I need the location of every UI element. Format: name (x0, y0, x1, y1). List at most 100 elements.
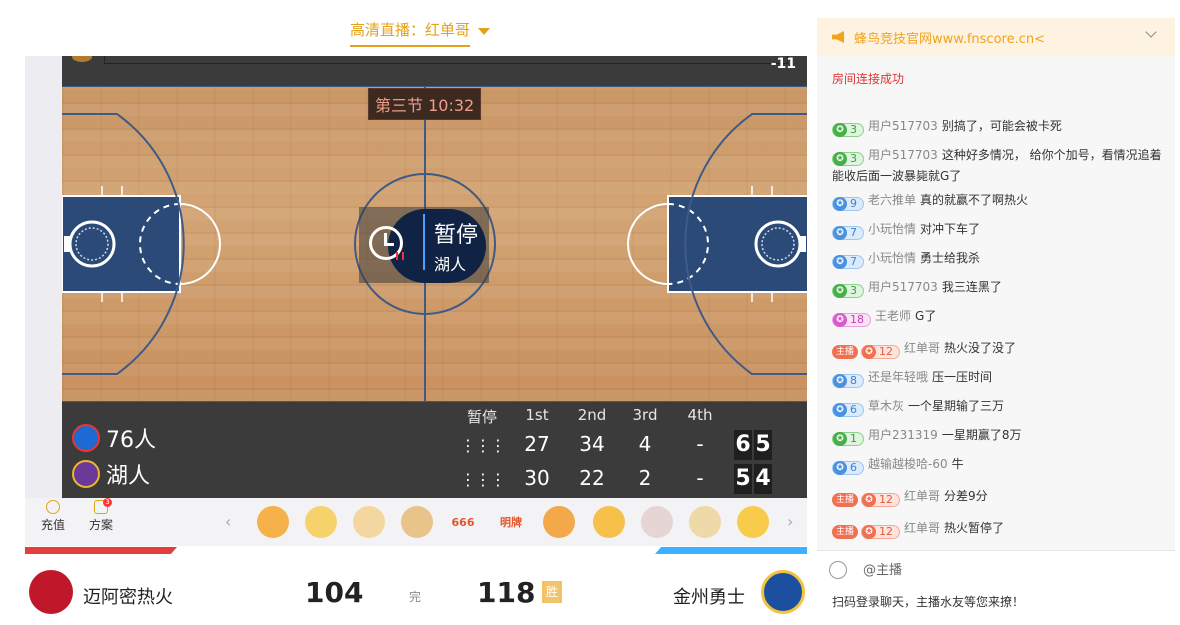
timeout-divider (423, 214, 425, 270)
level-badge: ✪ 3 (832, 284, 864, 298)
total-digit: 4 (754, 464, 772, 494)
team-name: 76人 (106, 428, 156, 453)
star-icon: ✪ (833, 313, 847, 327)
timeouts-remaining: ⋮⋮⋮ (460, 470, 506, 489)
timeout-team: 湖人 (434, 255, 467, 274)
chat-message: ✪ 8 还是年轻哦 压一压时间 (832, 367, 1162, 388)
match-status: 完 (409, 590, 422, 604)
chat-announcement[interactable]: 蜂鸟竞技官网www.fnscore.cn< (817, 18, 1175, 56)
chevron-left-icon[interactable]: ‹ (225, 512, 231, 531)
message-text: 热火暂停了 (944, 521, 1005, 535)
lakers-logo-icon (72, 460, 100, 488)
username[interactable]: 用户231319 (868, 428, 938, 442)
gift-mingpai[interactable]: 明牌 (495, 506, 527, 538)
away-score: 118 (477, 576, 536, 609)
scoreboard-team-lakers: 湖人 (72, 458, 150, 490)
username[interactable]: 小玩怡情 (868, 251, 916, 265)
system-message: 房间连接成功 (832, 72, 905, 86)
message-text: 分差9分 (944, 489, 988, 503)
login-hint[interactable]: 扫码登录聊天，主播水友等您来撩！ (832, 593, 1024, 610)
plan-button[interactable]: 3 方案 (81, 498, 121, 533)
gift-mingpai-label: 明牌 (500, 516, 522, 529)
chevron-down-icon[interactable] (1145, 26, 1157, 38)
star-icon: ✪ (833, 152, 847, 166)
level-badge: ✪ 7 (832, 226, 864, 240)
chat-message: ✪ 9 老六推单 真的就赢不了啊热火 (832, 190, 1162, 211)
level-value: 3 (850, 152, 857, 165)
chat-message: ✪ 18 王老师 G了 (832, 306, 1162, 327)
level-badge: ✪ 3 (832, 123, 864, 137)
host-tag: 主播 (832, 525, 859, 539)
recharge-button[interactable]: 充值 (33, 500, 73, 533)
level-value: 18 (850, 313, 864, 326)
like-icon[interactable] (305, 506, 337, 538)
crown-icon[interactable] (737, 506, 769, 538)
message-text: G了 (915, 309, 937, 323)
score-diff: -11 (770, 56, 796, 72)
message-text: 对冲下车了 (920, 222, 981, 236)
caret-down-icon (478, 27, 491, 35)
username[interactable]: 王老师 (875, 309, 911, 323)
message-text: 勇士给我杀 (920, 251, 981, 265)
plan-badge: 3 (103, 498, 112, 507)
star-icon: ✪ (833, 226, 847, 240)
username[interactable]: 红单哥 (904, 489, 940, 503)
chat-message: 主播 ✪ 12 红单哥 分差9分 (832, 486, 1162, 507)
timeout-title: 暂停 (434, 223, 479, 248)
mention-host-button[interactable]: @主播 (863, 559, 902, 578)
level-badge: ✪ 9 (832, 197, 864, 211)
emoji-icon[interactable] (829, 561, 847, 579)
gourd-icon[interactable] (543, 506, 575, 538)
username[interactable]: 老六推单 (868, 193, 916, 207)
level-badge: ✪ 18 (832, 313, 871, 327)
username[interactable]: 还是年轻哦 (868, 370, 928, 384)
level-badge: ✪ 7 (832, 255, 864, 269)
message-text: 牛 (951, 457, 964, 471)
receive-icon[interactable] (353, 506, 385, 538)
level-badge: ✪ 6 (832, 403, 864, 417)
username[interactable]: 用户517703 (868, 148, 938, 162)
girl-icon[interactable] (641, 506, 673, 538)
score-cell: 4 (638, 432, 652, 456)
level-value: 3 (850, 284, 857, 297)
chat-message-list[interactable]: ✪ 3 用户517703 别搞了，可能会被卡死 ✪ 3 用户517703 这种好多情况， 给… (817, 94, 1175, 550)
quarter-time-badge: 第三节 10:32 (368, 88, 482, 120)
level-value: 7 (850, 226, 857, 239)
gift-666[interactable]: 666 (447, 506, 479, 538)
score-cell: 34 (579, 432, 605, 456)
username[interactable]: 用户517703 (868, 280, 938, 294)
message-text: 一星期赢了8万 (941, 428, 1022, 442)
chat-input-area: @主播 扫码登录聊天，主播水友等您来撩！ (817, 550, 1175, 625)
honey-jar-icon[interactable] (257, 506, 289, 538)
username[interactable]: 用户517703 (868, 119, 938, 133)
host-tag: 主播 (832, 493, 859, 507)
level-badge: ✪ 1 (832, 432, 864, 446)
away-color-bar (655, 547, 807, 554)
message-text: 压一压时间 (932, 370, 993, 384)
level-value: 1 (850, 432, 857, 445)
chat-message: ✪ 3 用户517703 我三连黑了 (832, 277, 1162, 298)
score-cell: - (696, 432, 704, 456)
live-source-tab[interactable]: 高清直播：红单哥 (350, 18, 491, 48)
star-icon: ✪ (833, 123, 847, 137)
star-icon: ✪ (862, 345, 877, 359)
username[interactable]: 红单哥 (904, 341, 940, 355)
shield-icon[interactable] (593, 506, 625, 538)
home-color-bar (25, 547, 177, 554)
message-text: 一个星期输了三万 (908, 399, 1005, 413)
level-value: 12 (879, 345, 894, 358)
username[interactable]: 草木灰 (868, 399, 904, 413)
username[interactable]: 越输越梭哈-60 (868, 457, 948, 471)
username[interactable]: 小玩怡情 (868, 222, 916, 236)
username[interactable]: 红单哥 (904, 521, 940, 535)
win-tag: 胜 (542, 581, 562, 603)
warriors-logo-icon (761, 570, 805, 614)
message-text: 热火没了没了 (944, 341, 1017, 355)
chevron-right-icon[interactable]: › (787, 512, 793, 531)
live-source-label: 高清直播：红单哥 (350, 19, 471, 47)
live-page: 高清直播：红单哥 -11 第三节 10:32 暂停 湖人 76人 湖人 暂停 1… (0, 0, 1180, 625)
cow-icon[interactable] (401, 506, 433, 538)
home-score: 104 (305, 576, 364, 609)
live-player[interactable]: -11 第三节 10:32 暂停 湖人 76人 湖人 暂停 1st 2nd 3r… (25, 56, 807, 498)
sword-icon[interactable] (689, 506, 721, 538)
